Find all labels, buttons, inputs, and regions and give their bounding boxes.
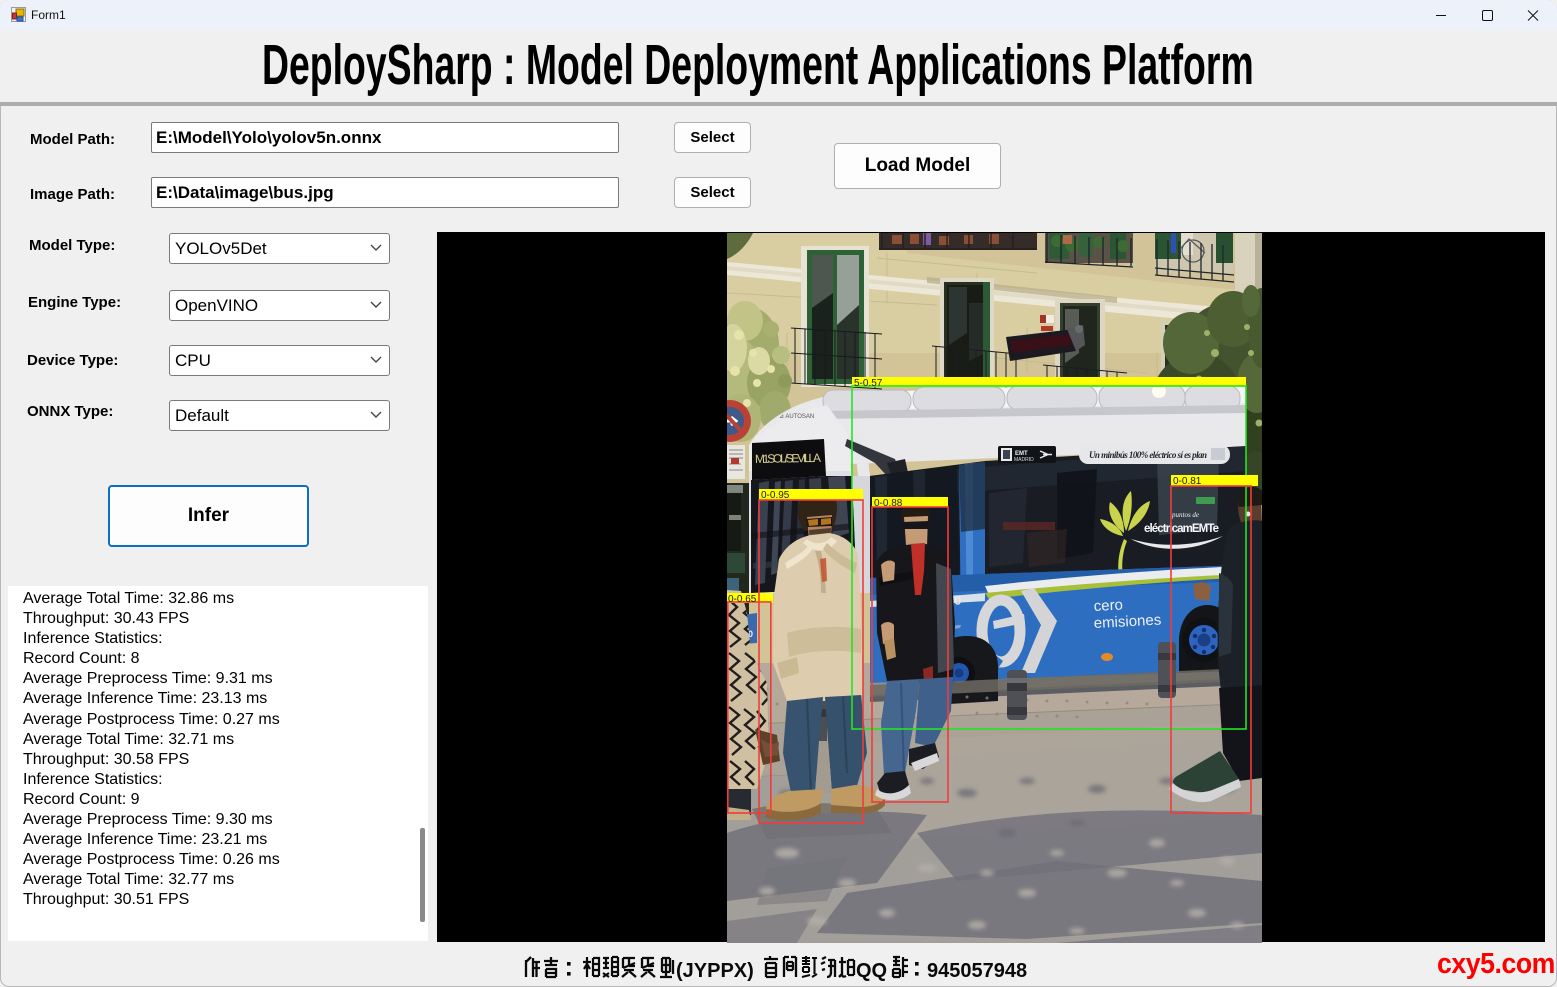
svg-text:puntos de: puntos de [1171, 511, 1199, 519]
svg-text:cero: cero [1093, 596, 1123, 615]
svg-text:5-0.57: 5-0.57 [854, 378, 883, 389]
svg-text:MADRID: MADRID [1014, 457, 1034, 463]
svg-text:emisiones: emisiones [1093, 611, 1161, 632]
svg-text:0-0.88: 0-0.88 [874, 498, 903, 509]
svg-text:0-0.95: 0-0.95 [761, 490, 790, 501]
svg-text:(JYPPX): (JYPPX) [676, 960, 754, 982]
svg-text:⊿ AUTOSAN: ⊿ AUTOSAN [779, 414, 814, 420]
svg-text:QQ: QQ [856, 960, 887, 982]
svg-text:M1SOL/SEVILLA: M1SOL/SEVILLA [755, 451, 821, 466]
svg-text:0-0.81: 0-0.81 [1173, 476, 1202, 487]
svg-text:945057948: 945057948 [927, 960, 1027, 982]
svg-text:0-0.65: 0-0.65 [728, 594, 757, 605]
svg-text:Un minibús 100% eléctrico sí e: Un minibús 100% eléctrico sí es plan [1089, 450, 1207, 460]
svg-text:eléctricamEMTe: eléctricamEMTe [1144, 523, 1219, 535]
